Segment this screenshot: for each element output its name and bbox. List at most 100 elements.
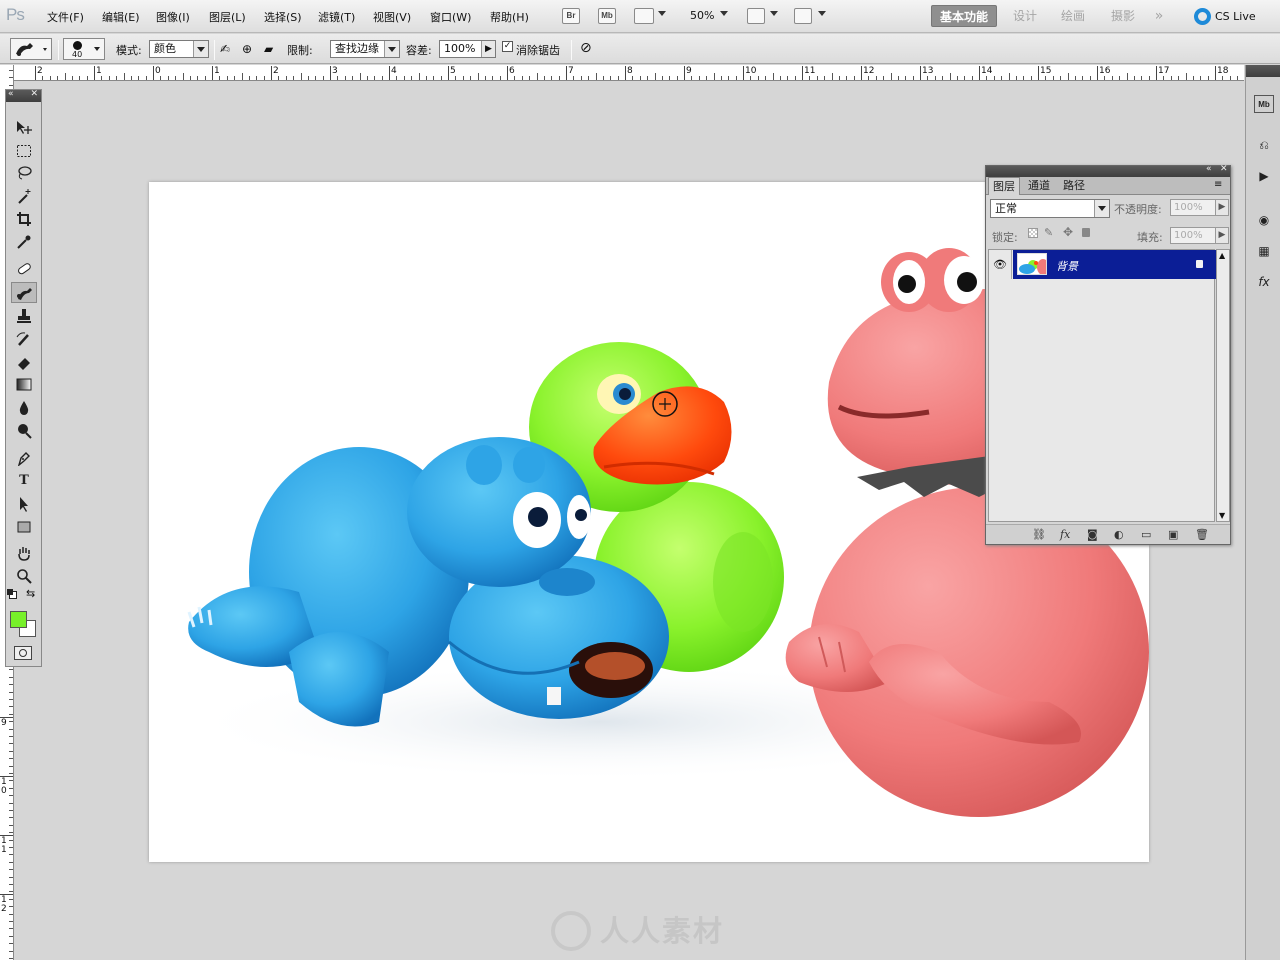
workspace-painting[interactable]: 绘画 [1058,5,1088,27]
panel-menu-icon[interactable]: ≡ [1214,179,1222,190]
mode-select[interactable]: 颜色 [149,40,209,58]
new-group-icon[interactable]: ▭ [1141,528,1151,541]
color-replacement-tool[interactable] [11,282,37,303]
actions-icon[interactable]: ▶ [1254,167,1274,185]
adjustment-layer-icon[interactable]: ◐ [1114,528,1124,541]
dock-header[interactable] [1246,65,1280,77]
collapse-icon[interactable]: « [8,89,14,99]
swap-colors-icon[interactable]: ⇆ [26,587,35,600]
menu-edit[interactable]: 编辑(E) [102,9,140,25]
new-layer-icon[interactable]: ▣ [1168,528,1178,541]
layers-panel-header[interactable]: « ✕ [986,164,1230,177]
layer-selected-area[interactable]: 背景 [1013,250,1216,279]
menu-image[interactable]: 图像(I) [156,9,190,25]
bridge-button[interactable]: Br [562,8,580,24]
path-selection-tool[interactable] [11,493,37,514]
quick-selection-tool[interactable] [11,185,37,206]
fill-slider-icon[interactable]: ▶ [1215,227,1229,244]
workspace-design[interactable]: 设计 [1010,5,1040,27]
chevron-down-icon[interactable] [770,11,778,16]
minibridge-button[interactable]: Mb [598,8,616,24]
menu-filter[interactable]: 滤镜(T) [318,9,355,25]
lock-position-icon[interactable]: ✥ [1063,225,1073,239]
opacity-slider-icon[interactable]: ▶ [1215,199,1229,216]
tool-preset-picker[interactable] [10,38,52,60]
chevron-down-icon[interactable] [818,11,826,16]
lock-pixels-icon[interactable]: ✎ [1044,226,1053,239]
dodge-tool[interactable] [11,420,37,441]
workspace-essentials[interactable]: 基本功能 [931,5,997,27]
sampling-background-icon[interactable]: ▰ [264,42,273,56]
scroll-up-icon[interactable]: ▲ [1219,251,1225,260]
zoom-level[interactable]: 50% [690,9,714,22]
extras-grid-icon[interactable] [634,8,654,24]
default-colors-icon[interactable] [7,589,17,599]
chevron-down-icon[interactable] [658,11,666,16]
blur-tool[interactable] [11,397,37,418]
screen-mode-icon[interactable] [794,8,812,24]
workspace-photography[interactable]: 摄影 [1108,5,1138,27]
swatches-icon[interactable]: ▦ [1254,242,1274,260]
blend-mode-select[interactable]: 正常 [990,199,1110,218]
arrange-documents-icon[interactable] [747,8,765,24]
sampling-once-icon[interactable]: ⊕ [242,42,252,56]
add-mask-icon[interactable]: ◙ [1087,528,1098,541]
type-tool[interactable]: T [11,470,37,491]
antialias-checkbox[interactable]: ✓ [502,41,513,52]
tab-layers[interactable]: 图层 [988,177,1020,195]
history-icon[interactable]: ⎌ [1254,136,1274,154]
zoom-dropdown-icon[interactable] [720,11,728,16]
clone-stamp-tool[interactable] [11,305,37,326]
pen-tool[interactable] [11,447,37,468]
chevron-down-icon [1094,200,1109,217]
tolerance-input[interactable]: 100% ▶ [439,40,496,58]
more-workspaces-icon[interactable]: » [1150,5,1168,27]
quick-mask-button[interactable] [14,646,32,660]
tab-paths[interactable]: 路径 [1059,177,1089,195]
collapse-icon[interactable]: « [1206,164,1212,174]
eyedropper-tool[interactable] [11,231,37,252]
sampling-continuous-icon[interactable]: ✍ [220,42,230,56]
slider-arrow-icon[interactable]: ▶ [481,41,495,57]
eraser-tool[interactable] [11,351,37,372]
close-icon[interactable]: ✕ [1220,164,1228,174]
limit-select[interactable]: 查找边缘 [330,40,400,58]
menu-view[interactable]: 视图(V) [373,9,411,25]
tab-channels[interactable]: 通道 [1024,177,1054,195]
color-palette-icon[interactable]: ◉ [1254,211,1274,229]
lock-transparent-icon[interactable] [1028,228,1038,238]
delete-layer-icon[interactable]: 🗑 [1195,528,1209,541]
history-brush-tool[interactable] [11,328,37,349]
healing-brush-tool[interactable] [11,258,37,279]
visibility-eye-icon[interactable]: 👁 [989,250,1012,279]
gradient-tool[interactable] [11,374,37,395]
lock-all-icon[interactable] [1082,228,1090,237]
layer-row-background[interactable]: 👁 背景 [989,250,1216,279]
opacity-input[interactable]: 100% [1170,199,1216,216]
lasso-tool[interactable] [11,162,37,183]
brush-picker[interactable]: 40 [63,38,105,60]
menu-select[interactable]: 选择(S) [264,9,302,25]
hand-tool[interactable] [11,542,37,563]
ruler-minor-tick [9,891,13,893]
scroll-down-icon[interactable]: ▼ [1219,511,1225,520]
rectangle-tool[interactable] [11,516,37,537]
marquee-tool[interactable] [11,140,37,161]
foreground-color-swatch[interactable] [10,611,27,628]
menu-file[interactable]: 文件(F) [47,9,84,25]
move-tool[interactable] [11,117,37,138]
tools-panel-header[interactable]: « ✕ [6,89,41,102]
menu-layer[interactable]: 图层(L) [209,9,246,25]
fill-input[interactable]: 100% [1170,227,1216,244]
styles-fx-icon[interactable]: fx [1254,273,1274,291]
zoom-tool[interactable] [11,565,37,586]
menu-window[interactable]: 窗口(W) [430,9,471,25]
mini-bridge-icon[interactable]: Mb [1254,95,1274,113]
close-icon[interactable]: ✕ [30,89,38,99]
layer-list-scrollbar[interactable]: ▲ ▼ [1216,249,1230,522]
menu-help[interactable]: 帮助(H) [490,9,529,25]
crop-tool[interactable] [11,208,37,229]
add-style-fx-icon[interactable]: fx [1060,528,1070,541]
link-layers-icon[interactable]: ⛓ [1032,528,1046,541]
tablet-pressure-icon[interactable]: ⊘ [580,40,592,56]
